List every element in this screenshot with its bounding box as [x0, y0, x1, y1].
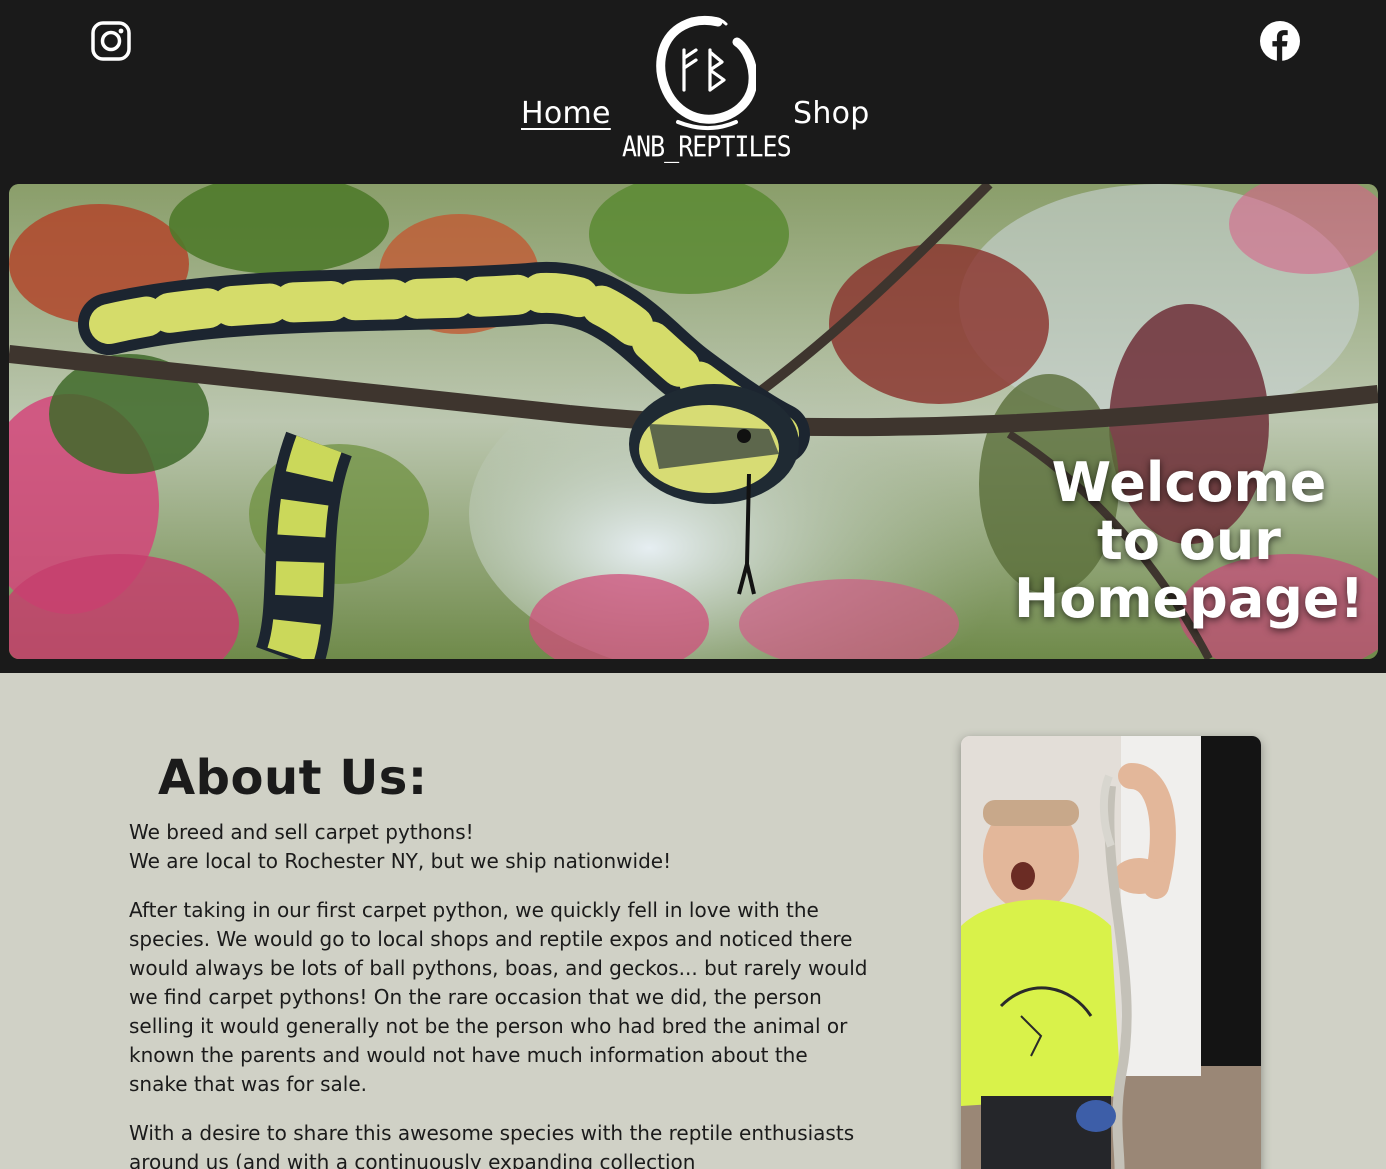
about-paragraph-2: After taking in our first carpet python,…	[129, 898, 868, 1096]
about-photo	[961, 736, 1261, 1169]
nav-home-link[interactable]: Home	[521, 96, 611, 131]
about-paragraph-3: With a desire to share this awesome spec…	[129, 1121, 855, 1169]
instagram-icon[interactable]	[90, 20, 132, 62]
logo-text: ANB_REPTILES	[622, 129, 792, 164]
facebook-icon[interactable]	[1259, 20, 1301, 62]
hero-banner: Welcome to our Homepage!	[9, 184, 1378, 659]
about-heading: About Us:	[158, 750, 428, 806]
nav-shop-link[interactable]: Shop	[793, 96, 870, 131]
hero-title: Welcome to our Homepage!	[1014, 451, 1365, 630]
about-line-2: We are local to Rochester NY, but we shi…	[129, 849, 672, 873]
about-line-1: We breed and sell carpet pythons!	[129, 820, 474, 844]
about-intro: We breed and sell carpet pythons! We are…	[129, 818, 869, 876]
about-body: We breed and sell carpet pythons! We are…	[129, 818, 869, 1169]
fb-monogram-icon	[656, 16, 756, 130]
boy-with-shed-skin-photo	[961, 736, 1261, 1169]
site-header: Home ANB_REPTILES Shop Welcome to our Ho…	[0, 0, 1386, 673]
site-logo[interactable]: ANB_REPTILES	[622, 14, 792, 166]
